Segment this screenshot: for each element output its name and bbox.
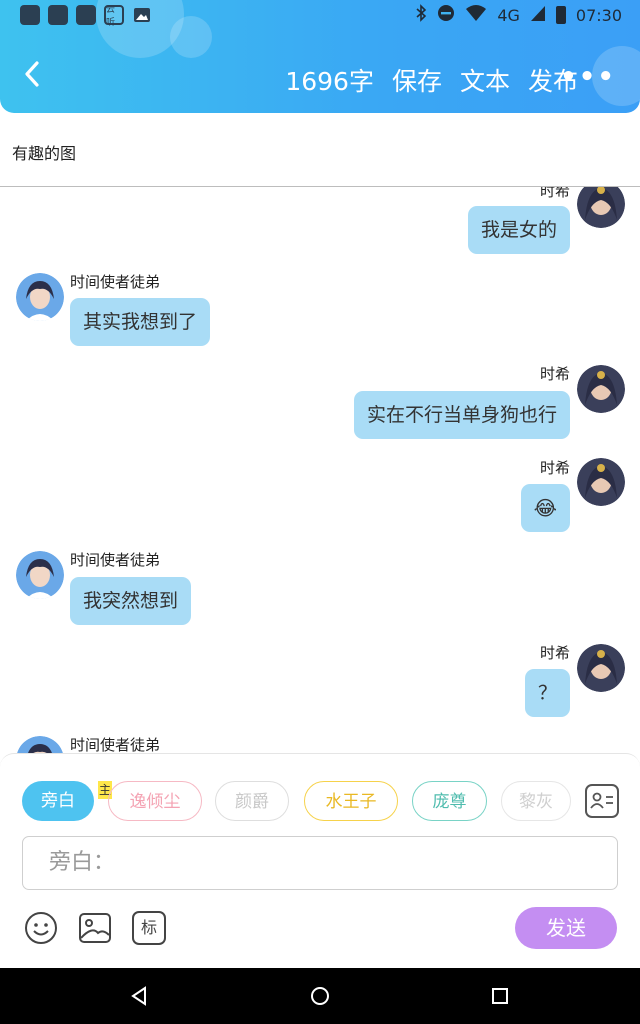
word-count: 1696字 — [285, 67, 374, 96]
avatar-female[interactable] — [577, 365, 625, 413]
page-subtitle: 有趣的图 — [12, 144, 77, 163]
square-recents-icon — [492, 988, 508, 1004]
role-chip[interactable]: 黎灰 — [501, 781, 571, 821]
chevron-left-icon — [25, 61, 39, 87]
role-chip[interactable]: 逸倾尘 — [108, 781, 202, 821]
sender-name: 时间使者徒弟 — [70, 273, 161, 291]
recents-nav-button[interactable] — [489, 985, 511, 1007]
status-bar: 云听 4G 07:30 — [0, 0, 640, 32]
sender-name: 时希 — [539, 187, 570, 200]
emoji-button[interactable] — [24, 911, 58, 945]
app-icon — [20, 5, 40, 25]
sender-name: 时希 — [539, 365, 570, 383]
role-manage-button[interactable] — [585, 784, 619, 818]
emoji-icon — [25, 912, 57, 944]
app-header: 云听 4G 07:30 1696字 保存 文本 发布 ••• — [0, 0, 640, 113]
app-icon — [76, 5, 96, 25]
message-bubble-emoji[interactable]: 😂 — [520, 484, 570, 532]
role-chip[interactable]: 颜爵 — [215, 781, 289, 821]
avatar-female[interactable] — [577, 644, 625, 692]
tag-button[interactable]: 标 — [132, 911, 166, 945]
image-button[interactable] — [78, 911, 112, 945]
avatar-female[interactable] — [577, 458, 625, 506]
avatar-male[interactable] — [16, 551, 64, 599]
message-bubble[interactable]: ？ — [524, 669, 570, 717]
contact-card-icon — [590, 792, 613, 809]
back-button[interactable] — [22, 60, 42, 88]
role-chip-narrator[interactable]: 旁白 — [22, 781, 94, 821]
role-chip[interactable]: 水王子 — [304, 781, 398, 821]
message-input[interactable]: 旁白： — [22, 836, 618, 890]
message-bubble[interactable]: 实在不行当单身狗也行 — [353, 391, 570, 439]
cloud-listen-icon: 云听 — [104, 5, 124, 28]
network-type: 4G — [497, 5, 520, 25]
system-nav-bar — [0, 968, 640, 1024]
send-button[interactable]: 发送 — [515, 907, 617, 949]
save-button[interactable]: 保存 — [392, 62, 442, 98]
sender-name: 时希 — [539, 459, 570, 477]
avatar-male[interactable] — [16, 273, 64, 321]
status-time: 07:30 — [575, 5, 622, 25]
dnd-icon — [437, 4, 455, 26]
sender-name: 时间使者徒弟 — [70, 551, 161, 569]
avatar-female[interactable] — [577, 187, 625, 228]
input-placeholder: 旁白： — [49, 850, 116, 875]
message-bubble[interactable]: 我突然想到 — [70, 577, 192, 625]
message-bubble[interactable]: 我是女的 — [467, 206, 570, 254]
circle-home-icon — [311, 987, 329, 1005]
tag-label: 标 — [140, 918, 157, 937]
triangle-back-icon — [131, 986, 146, 1006]
sender-name: 时间使者徒弟 — [70, 736, 161, 753]
signal-icon — [530, 4, 546, 26]
image-icon — [79, 913, 111, 943]
message-bubble[interactable]: 其实我想到了 — [70, 298, 211, 346]
battery-icon — [555, 6, 566, 24]
more-button[interactable]: ••• — [560, 62, 616, 92]
composer-panel: 旁白 主 逸倾尘 颜爵 水王子 庞尊 黎灰 旁白： 标 发送 — [0, 753, 640, 969]
text-button[interactable]: 文本 — [460, 62, 510, 98]
wifi-icon — [465, 4, 487, 26]
avatar-male[interactable] — [16, 736, 64, 753]
sender-name: 时希 — [539, 644, 570, 662]
bluetooth-icon — [415, 4, 427, 26]
back-nav-button[interactable] — [128, 985, 150, 1007]
chat-list[interactable]: 时希 我是女的 时间使者徒弟 其实我想到了 时希 实在不行当单身狗也行 时希 😂… — [0, 187, 640, 753]
role-chip[interactable]: 庞尊 — [412, 781, 487, 821]
home-nav-button[interactable] — [309, 985, 331, 1007]
app-icon — [48, 5, 68, 25]
image-icon — [132, 5, 152, 25]
